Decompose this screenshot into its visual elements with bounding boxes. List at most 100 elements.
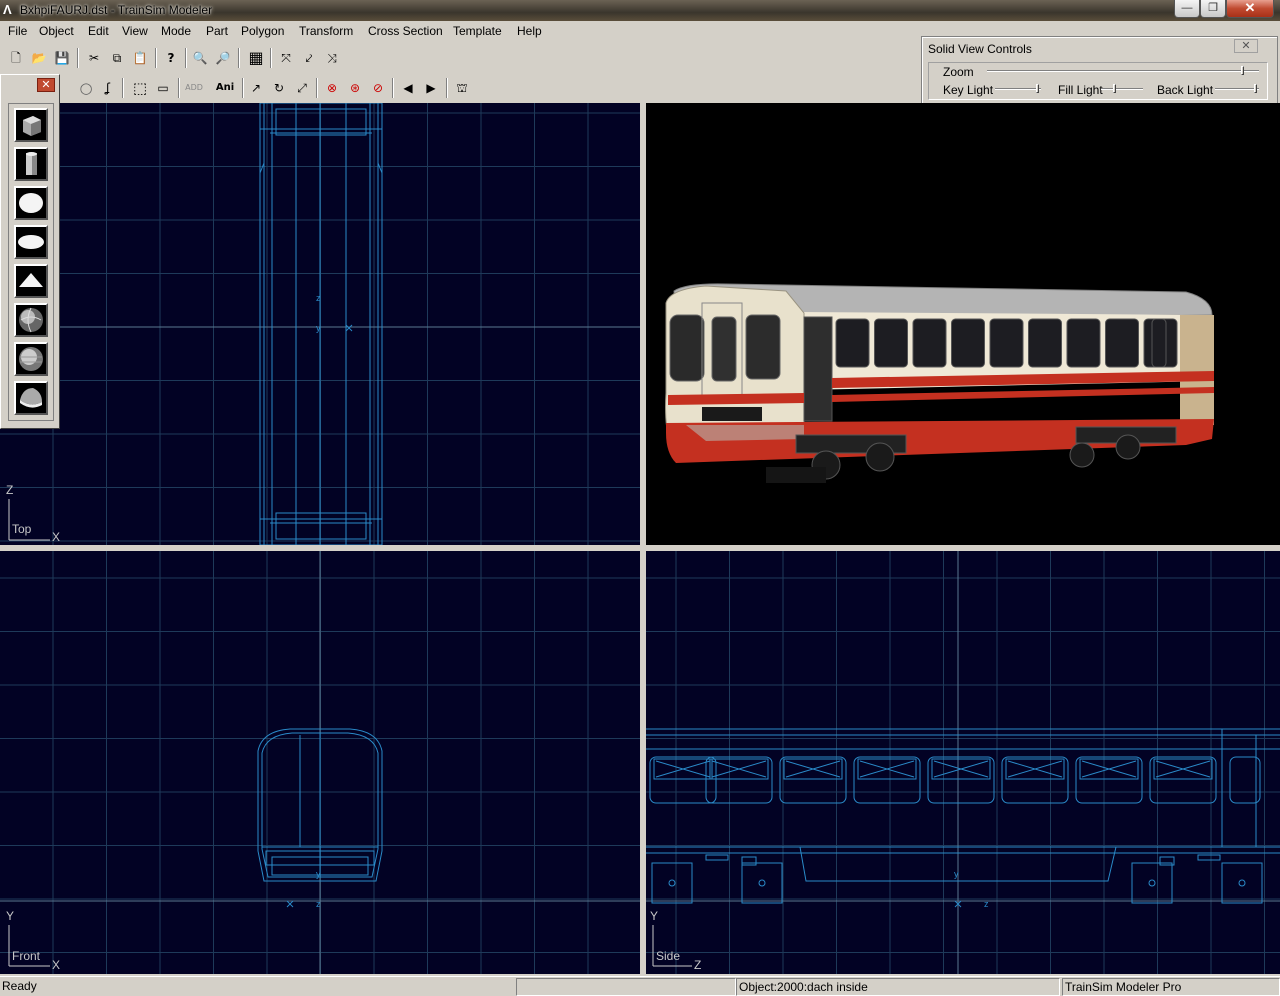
menu-bar: File Object Edit View Mode Part Polygon … <box>0 21 920 42</box>
top-axis-icon <box>8 499 50 541</box>
top-viewport[interactable]: z y Z Top X <box>0 103 640 545</box>
status-bar: Ready Object:2000:dach inside TrainSim M… <box>0 976 1280 996</box>
svg-text:z: z <box>984 899 989 909</box>
app-window: Λ BxhpiFAURJ.dst - TrainSim Modeler — ❐ … <box>0 0 1280 996</box>
view-xz-icon[interactable]: ⤧ <box>276 48 296 68</box>
zoom-in-icon[interactable]: 🔍 <box>190 48 210 68</box>
zoom-label: Zoom <box>943 65 974 79</box>
view-zy-icon[interactable]: ⤨ <box>322 48 342 68</box>
animation-button[interactable]: Ani <box>214 78 236 98</box>
menu-object[interactable]: Object <box>39 24 74 38</box>
back-light-label: Back Light <box>1157 83 1214 97</box>
new-file-icon[interactable]: 🗋 <box>6 48 26 68</box>
toolbar-separator <box>392 78 394 98</box>
lock-x-icon[interactable]: ⊗ <box>322 78 342 98</box>
copy-icon[interactable]: ⧉ <box>107 48 127 68</box>
toolbar-separator <box>316 78 318 98</box>
cone-icon[interactable] <box>14 264 48 298</box>
main-toolbar: 🗋 📂 💾 ✂ ⧉ 📋 ? 🔍 🔎 ▦ ⤧ ⤦ ⤨ <box>0 44 360 72</box>
lasso-icon[interactable]: ʆ <box>98 78 118 98</box>
rotate-icon[interactable]: ↻ <box>269 78 289 98</box>
solid-view-sliders: Zoom Key Light Fill Light Back Light <box>928 62 1268 100</box>
menu-transform[interactable]: Transform <box>299 24 353 38</box>
help-cursor-icon[interactable]: ? <box>161 48 181 68</box>
zoom-out-icon[interactable]: 🔎 <box>213 48 233 68</box>
side-axis-icon <box>652 925 692 967</box>
toolbar-separator <box>178 78 180 98</box>
fill-light-slider-track[interactable] <box>1101 88 1143 90</box>
status-object: Object:2000:dach inside <box>736 978 1060 996</box>
cube-icon[interactable] <box>14 108 48 142</box>
toolbar-separator <box>122 78 124 98</box>
window-title: BxhpiFAURJ.dst - TrainSim Modeler <box>20 3 213 17</box>
solid-3d-viewport[interactable] <box>646 103 1280 545</box>
cylinder-icon[interactable] <box>14 147 48 181</box>
scale-icon[interactable]: ⤢ <box>292 78 312 98</box>
palette-tools <box>8 103 54 421</box>
minimize-button[interactable]: — <box>1174 0 1200 18</box>
lock-y-icon[interactable]: ⊛ <box>345 78 365 98</box>
primitives-palette: ✕ <box>0 74 60 429</box>
open-folder-icon[interactable]: 📂 <box>29 48 49 68</box>
toolbar-separator <box>446 78 448 98</box>
menu-help[interactable]: Help <box>517 24 542 38</box>
svg-text:z: z <box>316 293 321 303</box>
status-text: Ready <box>2 979 37 993</box>
back-light-slider-track[interactable] <box>1215 88 1259 90</box>
edit-toolbar: ○ ʆ ⬚ ▭ ADD Ani ↗ ↻ ⤢ ⊗ ⊛ ⊘ ◀ ▶ ⛫ <box>60 74 480 102</box>
toolbar-separator <box>270 48 272 68</box>
add-button[interactable]: ADD <box>184 78 204 98</box>
fill-light-slider-thumb[interactable] <box>1113 84 1117 93</box>
maximize-button[interactable]: ❐ <box>1200 0 1226 18</box>
front-viewport[interactable]: y z Y Front X <box>0 551 640 974</box>
lock-z-icon[interactable]: ⊘ <box>368 78 388 98</box>
next-icon[interactable]: ▶ <box>421 78 441 98</box>
previous-icon[interactable]: ◀ <box>398 78 418 98</box>
zoom-slider-thumb[interactable] <box>1240 66 1244 75</box>
menu-file[interactable]: File <box>8 24 27 38</box>
zoom-slider-track[interactable] <box>987 70 1259 72</box>
key-light-slider-track[interactable] <box>995 88 1041 90</box>
ruler-icon[interactable]: ▭ <box>153 78 173 98</box>
svg-text:y: y <box>954 869 959 879</box>
svg-text:y: y <box>316 869 321 879</box>
ellipsoid-icon[interactable] <box>14 225 48 259</box>
sphere-icon[interactable] <box>14 186 48 220</box>
front-axis-icon <box>8 925 50 967</box>
paste-icon[interactable]: 📋 <box>130 48 150 68</box>
toolbar-separator <box>238 48 240 68</box>
back-light-slider-thumb[interactable] <box>1254 84 1257 93</box>
menu-mode[interactable]: Mode <box>161 24 191 38</box>
toolbar-separator <box>242 78 244 98</box>
textured-sphere-icon[interactable] <box>14 303 48 337</box>
cut-icon[interactable]: ✂ <box>84 48 104 68</box>
solid-view-close-button[interactable]: ✕ <box>1234 39 1258 53</box>
box-select-icon[interactable]: ⬚ <box>130 78 150 98</box>
menu-part[interactable]: Part <box>206 24 228 38</box>
key-light-slider-thumb[interactable] <box>1036 84 1039 93</box>
grid-icon[interactable]: ▦ <box>246 48 266 68</box>
circle-select-icon[interactable]: ○ <box>76 78 96 98</box>
svg-text:z: z <box>316 899 321 909</box>
menu-polygon[interactable]: Polygon <box>241 24 284 38</box>
move-icon[interactable]: ↗ <box>246 78 266 98</box>
menu-cross-section[interactable]: Cross Section <box>368 24 443 38</box>
view-xy-icon[interactable]: ⤦ <box>299 48 319 68</box>
menu-edit[interactable]: Edit <box>88 24 109 38</box>
hemisphere-icon[interactable] <box>14 381 48 415</box>
binoculars-icon[interactable]: ⛫ <box>452 78 472 98</box>
solid-view-controls-panel: Solid View Controls ✕ Zoom Key Light Fil… <box>921 36 1278 104</box>
title-bar: Λ BxhpiFAURJ.dst - TrainSim Modeler — ❐ … <box>0 0 1280 21</box>
palette-close-button[interactable]: ✕ <box>37 78 55 92</box>
status-empty-pane <box>516 978 736 996</box>
app-icon: Λ <box>3 2 12 17</box>
front-wireframe: y z <box>0 551 640 974</box>
menu-view[interactable]: View <box>122 24 148 38</box>
key-light-label: Key Light <box>943 83 994 97</box>
save-icon[interactable]: 💾 <box>52 48 72 68</box>
textured-globe-icon[interactable] <box>14 342 48 376</box>
fill-light-label: Fill Light <box>1058 83 1103 97</box>
close-button[interactable]: ✕ <box>1226 0 1274 18</box>
side-viewport[interactable]: y z Y Side Z <box>646 551 1280 974</box>
menu-template[interactable]: Template <box>453 24 502 38</box>
